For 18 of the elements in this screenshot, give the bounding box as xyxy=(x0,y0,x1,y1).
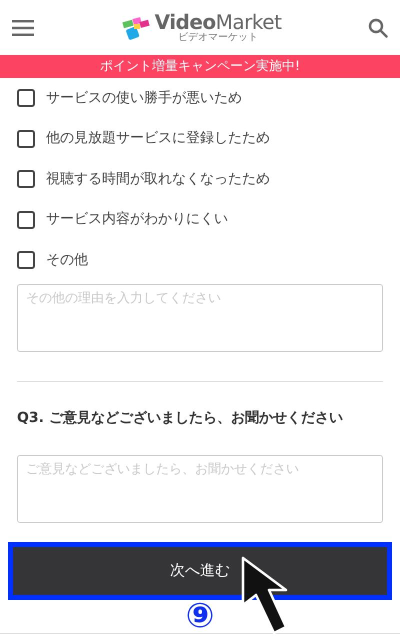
menu-icon[interactable] xyxy=(12,20,34,36)
checkbox[interactable] xyxy=(17,130,35,148)
step-marker: ⑨ xyxy=(186,598,214,632)
next-button[interactable]: 次へ進む xyxy=(13,546,387,594)
logo-wordmark: VideoMarket xyxy=(154,12,282,32)
logo-icon xyxy=(120,16,151,40)
checkbox[interactable] xyxy=(17,251,35,270)
checkbox-label[interactable]: サービス内容がわかりにくい xyxy=(46,209,228,230)
checkbox-label[interactable]: サービスの使い勝手が悪いため xyxy=(46,88,242,109)
checkbox-label[interactable]: その他 xyxy=(46,250,88,271)
checkbox[interactable] xyxy=(17,89,35,108)
search-icon[interactable] xyxy=(368,18,388,38)
checkbox-label[interactable]: 他の見放題サービスに登録したため xyxy=(46,128,270,150)
checkbox-label[interactable]: 視聴する時間が取れなくなったため xyxy=(46,168,270,190)
checkbox[interactable] xyxy=(17,210,35,229)
question-title: Q3. ご意見などございましたら、お聞かせください xyxy=(17,408,344,428)
logo-subtext: ビデオマーケット xyxy=(178,33,258,43)
checkbox[interactable] xyxy=(17,170,35,188)
